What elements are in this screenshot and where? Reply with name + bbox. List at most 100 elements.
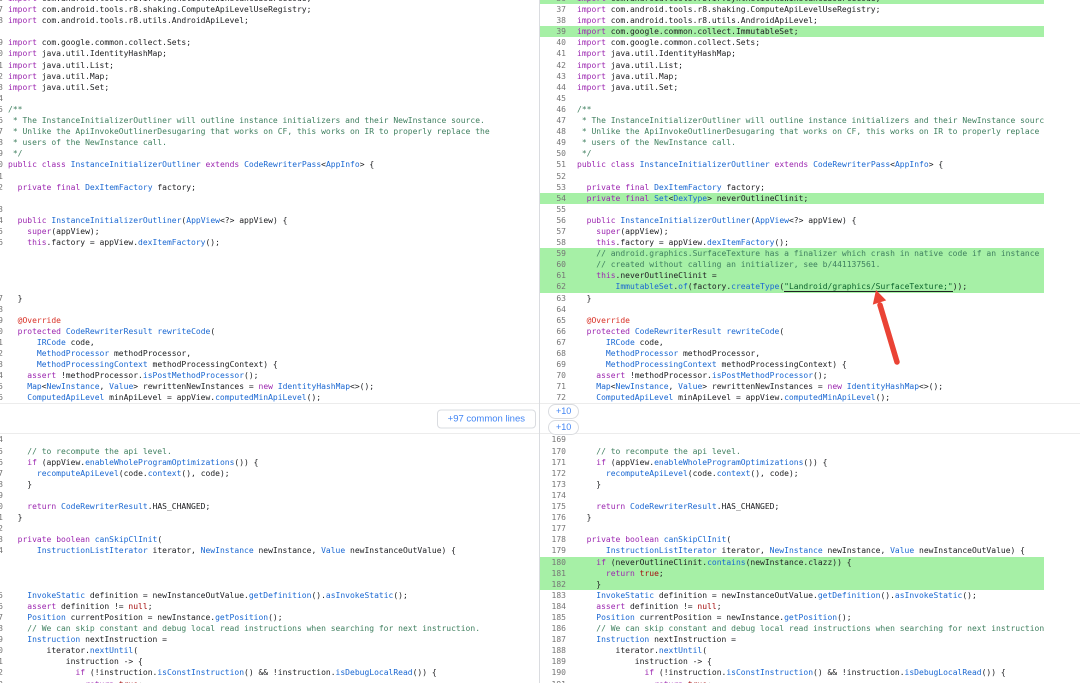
line-number[interactable]: 187 bbox=[540, 634, 566, 645]
line-number[interactable]: 58 bbox=[540, 237, 566, 248]
line-number[interactable]: 170 bbox=[540, 446, 566, 457]
line-number[interactable]: 43 bbox=[540, 71, 566, 82]
code-text: @Override bbox=[17, 315, 61, 325]
expand-below-button[interactable]: +10 bbox=[548, 420, 580, 436]
code-text: if (appView.enableWholeProgramOptimizati… bbox=[27, 457, 259, 467]
line-number[interactable]: 189 bbox=[540, 656, 566, 667]
expand-common-lines-button[interactable]: +97 common lines bbox=[436, 409, 536, 429]
line-number[interactable]: 67 bbox=[540, 337, 566, 348]
line-number[interactable]: 183 bbox=[540, 590, 566, 601]
code-line: 71 Map<NewInstance, Value> rewrittenNewI… bbox=[540, 381, 1044, 392]
line-number[interactable]: 70 bbox=[540, 370, 566, 381]
line-number[interactable]: 176 bbox=[540, 512, 566, 523]
line-number[interactable]: 56 bbox=[540, 215, 566, 226]
line-number[interactable]: 52 bbox=[540, 171, 566, 182]
line-number[interactable]: 173 bbox=[540, 479, 566, 490]
line-number[interactable]: 51 bbox=[540, 159, 566, 170]
code-line: 37import com.android.tools.r8.shaking.Co… bbox=[0, 4, 539, 15]
line-number[interactable]: 49 bbox=[540, 137, 566, 148]
code-line: 171 } bbox=[0, 512, 539, 523]
code-line: 52 bbox=[540, 171, 1044, 182]
line-number[interactable]: 50 bbox=[540, 148, 566, 159]
line-number[interactable]: 69 bbox=[540, 359, 566, 370]
line-number[interactable]: 178 bbox=[540, 534, 566, 545]
line-number[interactable]: 171 bbox=[540, 457, 566, 468]
line-number[interactable]: 45 bbox=[540, 93, 566, 104]
line-number[interactable]: 41 bbox=[540, 48, 566, 59]
expand-above-button[interactable]: +10 bbox=[548, 404, 580, 420]
code-line: 70 assert !methodProcessor.isPostMethodP… bbox=[540, 370, 1044, 381]
line-number[interactable]: 39 bbox=[540, 26, 566, 37]
code-line: 172 recomputeApiLevel(code.context(), co… bbox=[540, 468, 1044, 479]
code-text: if (!instruction.isConstInstruction() &&… bbox=[644, 668, 1006, 678]
line-number[interactable]: 68 bbox=[540, 348, 566, 359]
line-number[interactable]: 54 bbox=[540, 193, 566, 204]
line-number[interactable]: 62 bbox=[540, 281, 566, 292]
code-line: 170 // to recompute the api level. bbox=[540, 446, 1044, 457]
line-number[interactable]: 46 bbox=[540, 104, 566, 115]
line-number[interactable]: 174 bbox=[540, 490, 566, 501]
line-number[interactable]: 64 bbox=[540, 304, 566, 315]
line-number[interactable]: 179 bbox=[540, 545, 566, 556]
line-number[interactable]: 180 bbox=[540, 557, 566, 568]
code-text: Instruction nextInstruction = bbox=[596, 635, 736, 645]
code-text: import com.google.common.collect.Sets; bbox=[8, 38, 192, 48]
line-number[interactable]: 175 bbox=[540, 501, 566, 512]
line-number[interactable]: 44 bbox=[540, 82, 566, 93]
line-number[interactable]: 48 bbox=[540, 126, 566, 137]
line-number[interactable]: 185 bbox=[540, 612, 566, 623]
line-number[interactable]: 177 bbox=[540, 523, 566, 534]
code-text: MethodProcessingContext methodProcessing… bbox=[605, 360, 847, 370]
code-line: 65 @Override bbox=[540, 315, 1044, 326]
line-number[interactable]: 47 bbox=[540, 115, 566, 126]
code-text: // to recompute the api level. bbox=[27, 446, 172, 456]
line-number[interactable]: 190 bbox=[540, 667, 566, 678]
line-number[interactable]: 42 bbox=[540, 60, 566, 71]
code-text: MethodProcessor methodProcessor, bbox=[36, 349, 192, 358]
code-text: private final Set<DexType> neverOutlineC… bbox=[586, 193, 809, 203]
code-text: */ bbox=[8, 149, 23, 159]
code-line: 37import com.android.tools.r8.shaking.Co… bbox=[540, 4, 1044, 15]
line-number[interactable]: 71 bbox=[540, 381, 566, 392]
code-line: 68 MethodProcessor methodProcessor, bbox=[540, 348, 1044, 359]
filler-row bbox=[0, 26, 539, 37]
code-text: /** bbox=[577, 104, 592, 114]
code-text: protected CodeRewriterResult rewriteCode… bbox=[586, 326, 785, 336]
line-number[interactable]: 60 bbox=[540, 259, 566, 270]
line-number[interactable]: 72 bbox=[540, 392, 566, 403]
line-number[interactable]: 63 bbox=[540, 293, 566, 304]
line-number[interactable]: 59 bbox=[540, 248, 566, 259]
code-line: 47 * Unlike the ApiInvokeOutlinerDesugar… bbox=[0, 126, 539, 137]
code-text: iterator.nextUntil( bbox=[8, 646, 139, 656]
code-line: 53 bbox=[0, 204, 539, 215]
line-number[interactable]: 55 bbox=[540, 204, 566, 215]
line-number[interactable]: 61 bbox=[540, 270, 566, 281]
code-line: 179 Instruction nextInstruction = bbox=[0, 634, 539, 645]
line-number[interactable]: 169 bbox=[540, 434, 566, 445]
line-number[interactable]: 37 bbox=[540, 4, 566, 15]
code-text: } bbox=[8, 513, 23, 523]
code-line: 40 import com.google.common.collect.Sets; bbox=[540, 37, 1044, 48]
line-number[interactable]: 53 bbox=[540, 182, 566, 193]
line-number[interactable]: 57 bbox=[540, 226, 566, 237]
line-number[interactable]: 38 bbox=[540, 15, 566, 26]
line-number[interactable]: 182 bbox=[540, 579, 566, 590]
line-number[interactable]: 172 bbox=[540, 468, 566, 479]
line-number[interactable]: 186 bbox=[540, 623, 566, 634]
diff-gap-left: +97 common lines bbox=[0, 403, 539, 435]
line-number[interactable]: 40 bbox=[540, 37, 566, 48]
line-number[interactable]: 181 bbox=[540, 568, 566, 579]
line-number[interactable]: 66 bbox=[540, 326, 566, 337]
line-number[interactable]: 65 bbox=[540, 315, 566, 326]
code-line: 62 MethodProcessor methodProcessor, bbox=[0, 348, 539, 359]
code-line: 48 * users of the NewInstance call. bbox=[0, 137, 539, 148]
line-number[interactable]: 184 bbox=[540, 601, 566, 612]
line-number[interactable]: 191 bbox=[540, 679, 566, 683]
line-number[interactable]: 188 bbox=[540, 645, 566, 656]
